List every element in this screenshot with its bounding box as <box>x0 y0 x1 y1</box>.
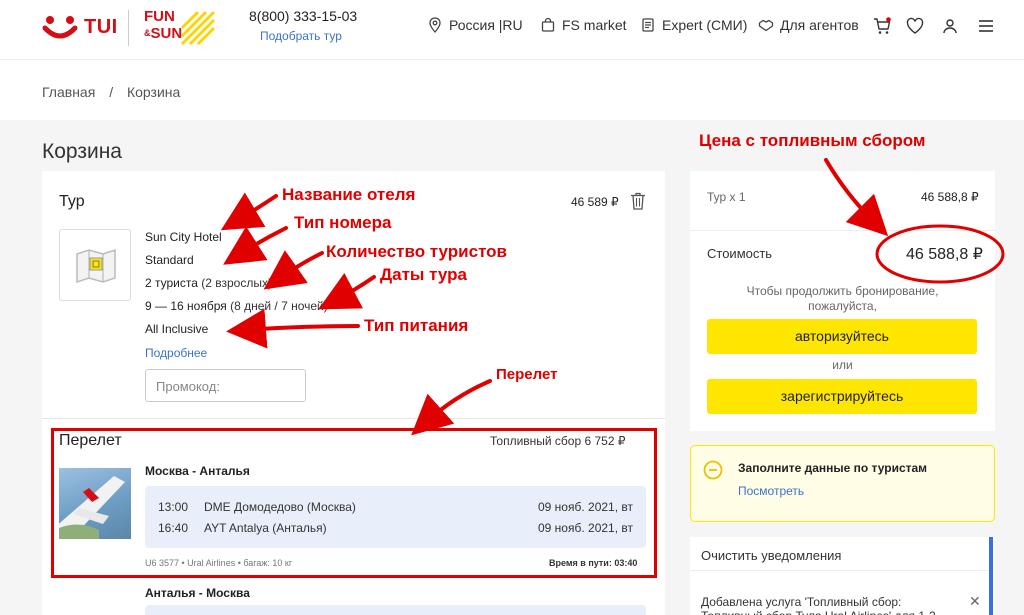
flight-section-title: Перелет <box>59 432 122 449</box>
shopping-bag-icon <box>541 17 555 32</box>
nav-agents-label: Для агентов <box>780 17 859 33</box>
meal-type: All Inclusive <box>145 322 209 336</box>
tui-smile-icon <box>42 16 78 39</box>
nav-fs-market[interactable]: FS market <box>540 17 627 33</box>
hotel-name: Sun City Hotel <box>145 230 222 244</box>
return-segment-box <box>145 605 646 615</box>
location-pin-icon <box>429 17 441 33</box>
arrival-airport: AYT Antalya (Анталья) <box>204 521 327 535</box>
breadcrumb: Главная / Корзина <box>42 84 190 100</box>
route-outbound: Москва - Анталья <box>145 464 250 478</box>
departure-date: 09 нояб. 2021, вт <box>538 500 633 514</box>
fun-logo-text: FUN <box>144 8 175 25</box>
logo-divider <box>128 10 129 46</box>
flight-meta: U6 3577 • Ural Airlines • багаж: 10 кг <box>145 558 293 568</box>
handshake-icon <box>758 19 774 32</box>
annotation-fuel-price: Цена с топливным сбором <box>699 131 926 150</box>
notifications-scrollbar[interactable] <box>989 537 993 615</box>
breadcrumb-separator: / <box>109 84 114 100</box>
minus-circle-icon <box>703 460 723 480</box>
news-icon <box>642 18 654 32</box>
room-type: Standard <box>145 253 194 267</box>
nav-country-label: Россия |RU <box>449 17 523 33</box>
arrival-date: 09 нояб. 2021, вт <box>538 521 633 535</box>
user-icon[interactable] <box>941 17 959 35</box>
continue-text-line2: пожалуйста, <box>808 299 877 313</box>
annotation-tour-dates: Даты тура <box>380 265 467 284</box>
clear-notifications-button[interactable]: Очистить уведомления <box>701 548 841 563</box>
annotation-hotel-name: Название отеля <box>282 185 416 204</box>
notification-message: Добавлена услуга 'Топливный сбор: Топлив… <box>701 595 936 615</box>
plane-image <box>59 468 131 539</box>
annotation-flight: Перелет <box>496 366 558 383</box>
cart-icon[interactable] <box>873 17 891 35</box>
heart-icon[interactable] <box>906 17 924 35</box>
tui-logo[interactable]: TUI <box>42 14 118 40</box>
summary-tour-sum: 46 588,8 ₽ <box>921 190 979 204</box>
annotation-tourists-count: Количество туристов <box>326 242 508 261</box>
card-divider <box>42 418 665 419</box>
flight-duration: Время в пути: 03:40 <box>549 558 638 568</box>
arrival-time: 16:40 <box>158 521 189 535</box>
breadcrumb-cart: Корзина <box>126 84 181 100</box>
departure-time: 13:00 <box>158 500 189 514</box>
menu-icon[interactable] <box>977 17 995 35</box>
pick-tour-link[interactable]: Подобрать тур <box>260 29 342 43</box>
page-title: Корзина <box>42 140 122 163</box>
route-return: Анталья - Москва <box>145 586 250 600</box>
tour-price: 46 589 ₽ <box>571 195 619 209</box>
tour-section-title: Тур <box>59 193 85 210</box>
phone-number[interactable]: 8(800) 333-15-03 <box>249 8 357 24</box>
trash-icon[interactable] <box>630 192 646 210</box>
nav-expert[interactable]: Expert (СМИ) <box>640 17 747 33</box>
notifications-divider <box>690 570 990 571</box>
close-icon[interactable]: ✕ <box>969 593 981 610</box>
nav-country[interactable]: Россия |RU <box>427 17 523 33</box>
breadcrumb-home[interactable]: Главная <box>42 84 95 100</box>
flight-segment-box <box>145 486 646 548</box>
or-text: или <box>832 358 853 372</box>
nav-fs-market-label: FS market <box>562 17 627 33</box>
fun-sun-logo[interactable]: FUN &SUN <box>144 8 218 48</box>
annotation-room-type: Тип номера <box>294 213 392 232</box>
promo-code-input[interactable]: Промокод: <box>145 369 306 402</box>
tourists-count: 2 туриста (2 взрослых) <box>145 276 272 290</box>
register-button[interactable]: зарегистрируйтесь <box>707 379 977 414</box>
continue-text-line1: Чтобы продолжить бронирование, <box>746 284 939 298</box>
plane-icon <box>59 476 125 539</box>
tui-logo-text: TUI <box>84 15 118 38</box>
notice-view-link[interactable]: Посмотреть <box>738 484 804 498</box>
nav-expert-label: Expert (СМИ) <box>662 17 748 33</box>
fuel-charge: Топливный сбор 6 752 ₽ <box>490 434 626 448</box>
cost-value: 46 588,8 ₽ <box>906 246 983 263</box>
more-details-link[interactable]: Подробнее <box>145 346 207 360</box>
notice-title: Заполните данные по туристам <box>738 461 928 475</box>
sun-logo-text: &SUN <box>144 25 183 42</box>
cost-label: Стоимость <box>707 246 773 261</box>
sun-stripes-icon <box>180 10 216 46</box>
summary-divider <box>690 230 995 231</box>
nav-agents[interactable]: Для агентов <box>758 17 859 33</box>
login-button[interactable]: авторизуйтесь <box>707 319 977 354</box>
hotel-thumbnail[interactable] <box>59 229 131 301</box>
tour-dates: 9 — 16 ноября (8 дней / 7 ночей) <box>145 299 328 313</box>
departure-airport: DME Домодедово (Москва) <box>204 500 356 514</box>
annotation-meal-type: Тип питания <box>364 316 469 335</box>
tourist-data-notice <box>690 445 995 522</box>
summary-tour-count: Тур x 1 <box>707 190 746 204</box>
map-icon <box>76 248 116 284</box>
